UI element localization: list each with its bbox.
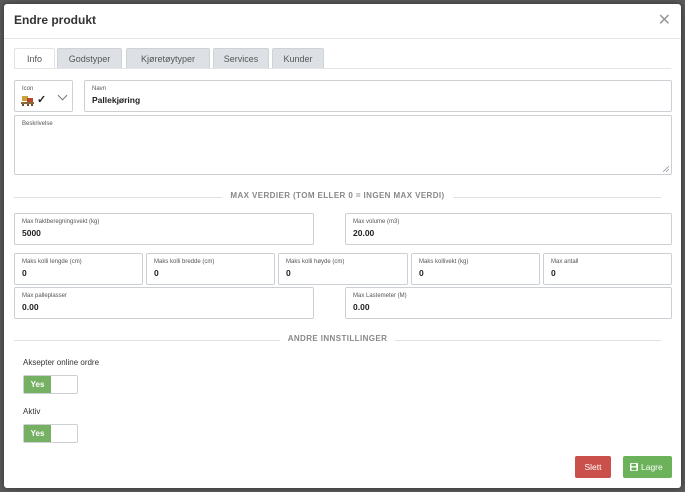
field-value: 0 xyxy=(286,268,291,278)
description-label: Beskrivelse xyxy=(22,121,53,127)
tab-divider xyxy=(14,68,671,69)
field-label: Maks kollivekt (kg) xyxy=(419,259,469,265)
name-label: Navn xyxy=(92,86,107,92)
field-value: 5000 xyxy=(22,228,41,238)
field-value: 0 xyxy=(22,268,27,278)
max-volume-field[interactable]: Max volume (m3) 20.00 xyxy=(345,213,672,245)
field-label: Max Lastemeter (M) xyxy=(353,293,407,299)
field-value: 0 xyxy=(154,268,159,278)
max-length-field[interactable]: Maks kolli lengde (cm) 0 xyxy=(14,253,143,285)
max-values-heading: MAX VERDIER (TOM ELLER 0 = INGEN MAX VER… xyxy=(14,191,661,203)
check-icon: ✓ xyxy=(37,94,47,106)
tab-kjoretoytyper[interactable]: Kjøretøytyper xyxy=(126,48,210,68)
save-label: Lagre xyxy=(641,462,663,472)
close-icon[interactable]: ✕ xyxy=(658,10,671,30)
field-value: 0 xyxy=(551,268,556,278)
tab-kunder[interactable]: Kunder xyxy=(272,48,324,68)
max-kolli-weight-field[interactable]: Maks kollivekt (kg) 0 xyxy=(411,253,540,285)
max-count-field[interactable]: Max antall 0 xyxy=(543,253,672,285)
max-width-field[interactable]: Maks kolli bredde (cm) 0 xyxy=(146,253,275,285)
chevron-down-icon xyxy=(57,90,68,101)
field-value: 20.00 xyxy=(353,228,375,238)
active-toggle[interactable]: Yes xyxy=(23,424,78,443)
description-field[interactable]: Beskrivelse xyxy=(14,115,672,175)
other-settings-heading: ANDRE INNSTILLINGER xyxy=(14,334,661,346)
dialog-header: Endre produkt ✕ xyxy=(4,4,681,39)
field-label: Maks kolli høyde (cm) xyxy=(286,259,345,265)
save-button[interactable]: Lagre xyxy=(623,456,672,478)
field-label: Max antall xyxy=(551,259,579,265)
floppy-disk-icon xyxy=(630,463,638,471)
tab-godstyper[interactable]: Godstyper xyxy=(57,48,122,68)
field-label: Max volume (m3) xyxy=(353,219,400,225)
pallet-icon xyxy=(21,96,34,106)
toggle-yes: Yes xyxy=(24,376,51,393)
max-height-field[interactable]: Maks kolli høyde (cm) 0 xyxy=(278,253,408,285)
resize-handle-icon[interactable] xyxy=(663,166,669,172)
field-label: Maks kolli lengde (cm) xyxy=(22,259,82,265)
field-label: Max palleplasser xyxy=(22,293,68,299)
delete-button[interactable]: Slett xyxy=(575,456,611,478)
name-value: Pallekjøring xyxy=(92,95,141,105)
tab-info[interactable]: Info xyxy=(14,48,55,68)
max-pallet-places-field[interactable]: Max palleplasser 0.00 xyxy=(14,287,314,319)
icon-select[interactable]: Icon ✓ xyxy=(14,80,73,112)
max-freight-weight-field[interactable]: Max fraktberegningsvekt (kg) 5000 xyxy=(14,213,314,245)
field-value: 0.00 xyxy=(353,302,370,312)
online-orders-label: Aksepter online ordre xyxy=(23,358,100,367)
field-label: Max fraktberegningsvekt (kg) xyxy=(22,219,100,225)
dialog-title: Endre produkt xyxy=(14,13,97,27)
icon-label: Icon xyxy=(22,86,34,92)
active-label: Aktiv xyxy=(23,407,41,416)
field-label: Maks kolli bredde (cm) xyxy=(154,259,215,265)
toggle-yes: Yes xyxy=(24,425,51,442)
max-loading-meter-field[interactable]: Max Lastemeter (M) 0.00 xyxy=(345,287,672,319)
name-field[interactable]: Navn Pallekjøring xyxy=(84,80,672,112)
tab-services[interactable]: Services xyxy=(213,48,269,68)
online-orders-toggle[interactable]: Yes xyxy=(23,375,78,394)
edit-product-dialog: Endre produkt ✕ Info Godstyper Kjøretøyt… xyxy=(4,4,681,488)
field-value: 0.00 xyxy=(22,302,39,312)
field-value: 0 xyxy=(419,268,424,278)
